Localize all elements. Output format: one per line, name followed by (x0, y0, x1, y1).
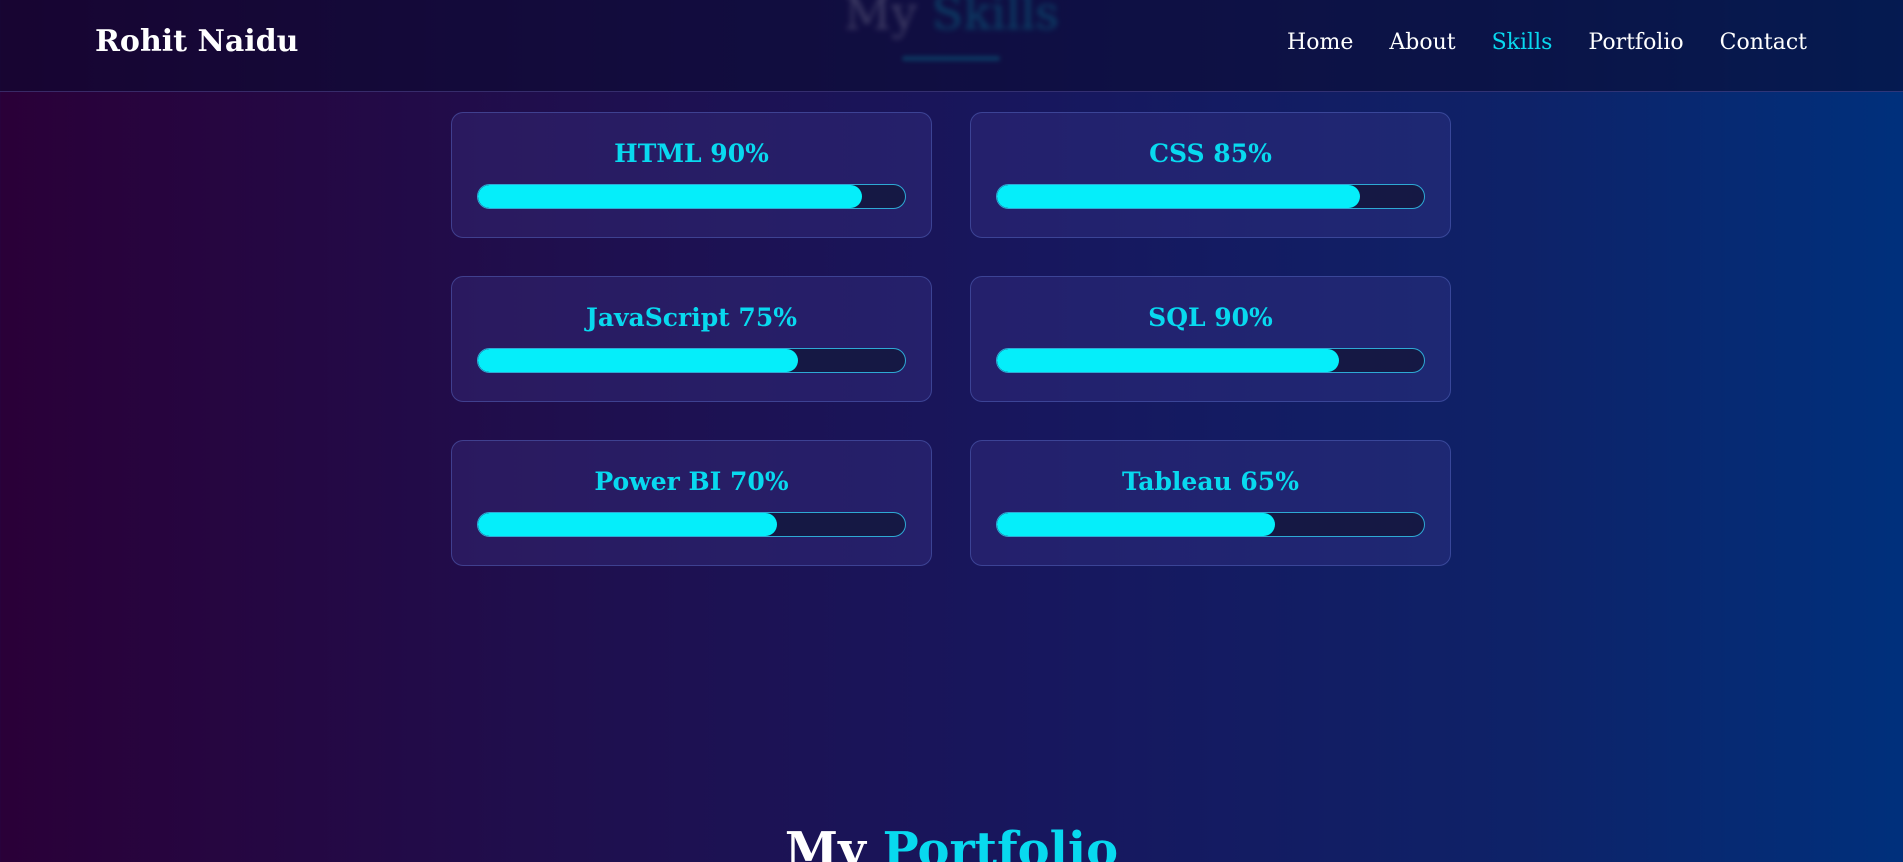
skill-progress-fill (997, 349, 1339, 372)
skill-progress-fill (478, 185, 863, 208)
skill-label: JavaScript 75% (586, 303, 797, 332)
nav-link-skills[interactable]: Skills (1492, 29, 1553, 57)
portfolio-section-title: My Portfolio (0, 822, 1903, 862)
skills-grid: HTML 90% CSS 85% JavaScript 75% SQL 90% … (451, 112, 1451, 566)
skill-card-tableau: Tableau 65% (970, 440, 1451, 566)
skill-card-html: HTML 90% (451, 112, 932, 238)
nav-link-home[interactable]: Home (1287, 29, 1353, 57)
skill-progress-fill (997, 513, 1275, 536)
skill-progress-bar (477, 184, 906, 209)
main-nav: Home About Skills Portfolio Contact (1251, 29, 1807, 57)
skill-label: CSS 85% (1149, 139, 1272, 168)
skill-progress-bar (996, 184, 1425, 209)
portfolio-title-word-my: My (784, 822, 866, 862)
skill-progress-fill (997, 185, 1360, 208)
skill-label: HTML 90% (614, 139, 769, 168)
skill-progress-bar (477, 512, 906, 537)
skill-label: SQL 90% (1148, 303, 1273, 332)
skill-progress-bar (477, 348, 906, 373)
brand-logo[interactable]: Rohit Naidu (95, 24, 299, 59)
skill-progress-bar (996, 512, 1425, 537)
nav-link-about[interactable]: About (1389, 29, 1455, 57)
skill-card-sql: SQL 90% (970, 276, 1451, 402)
skill-card-css: CSS 85% (970, 112, 1451, 238)
skill-card-javascript: JavaScript 75% (451, 276, 932, 402)
skill-progress-bar (996, 348, 1425, 373)
skill-progress-fill (478, 513, 777, 536)
nav-link-contact[interactable]: Contact (1720, 29, 1807, 57)
skill-label: Tableau 65% (1122, 467, 1299, 496)
skill-card-power-bi: Power BI 70% (451, 440, 932, 566)
portfolio-title-word-portfolio: Portfolio (882, 822, 1119, 862)
skill-label: Power BI 70% (594, 467, 789, 496)
skill-progress-fill (478, 349, 799, 372)
nav-link-portfolio[interactable]: Portfolio (1588, 29, 1683, 57)
